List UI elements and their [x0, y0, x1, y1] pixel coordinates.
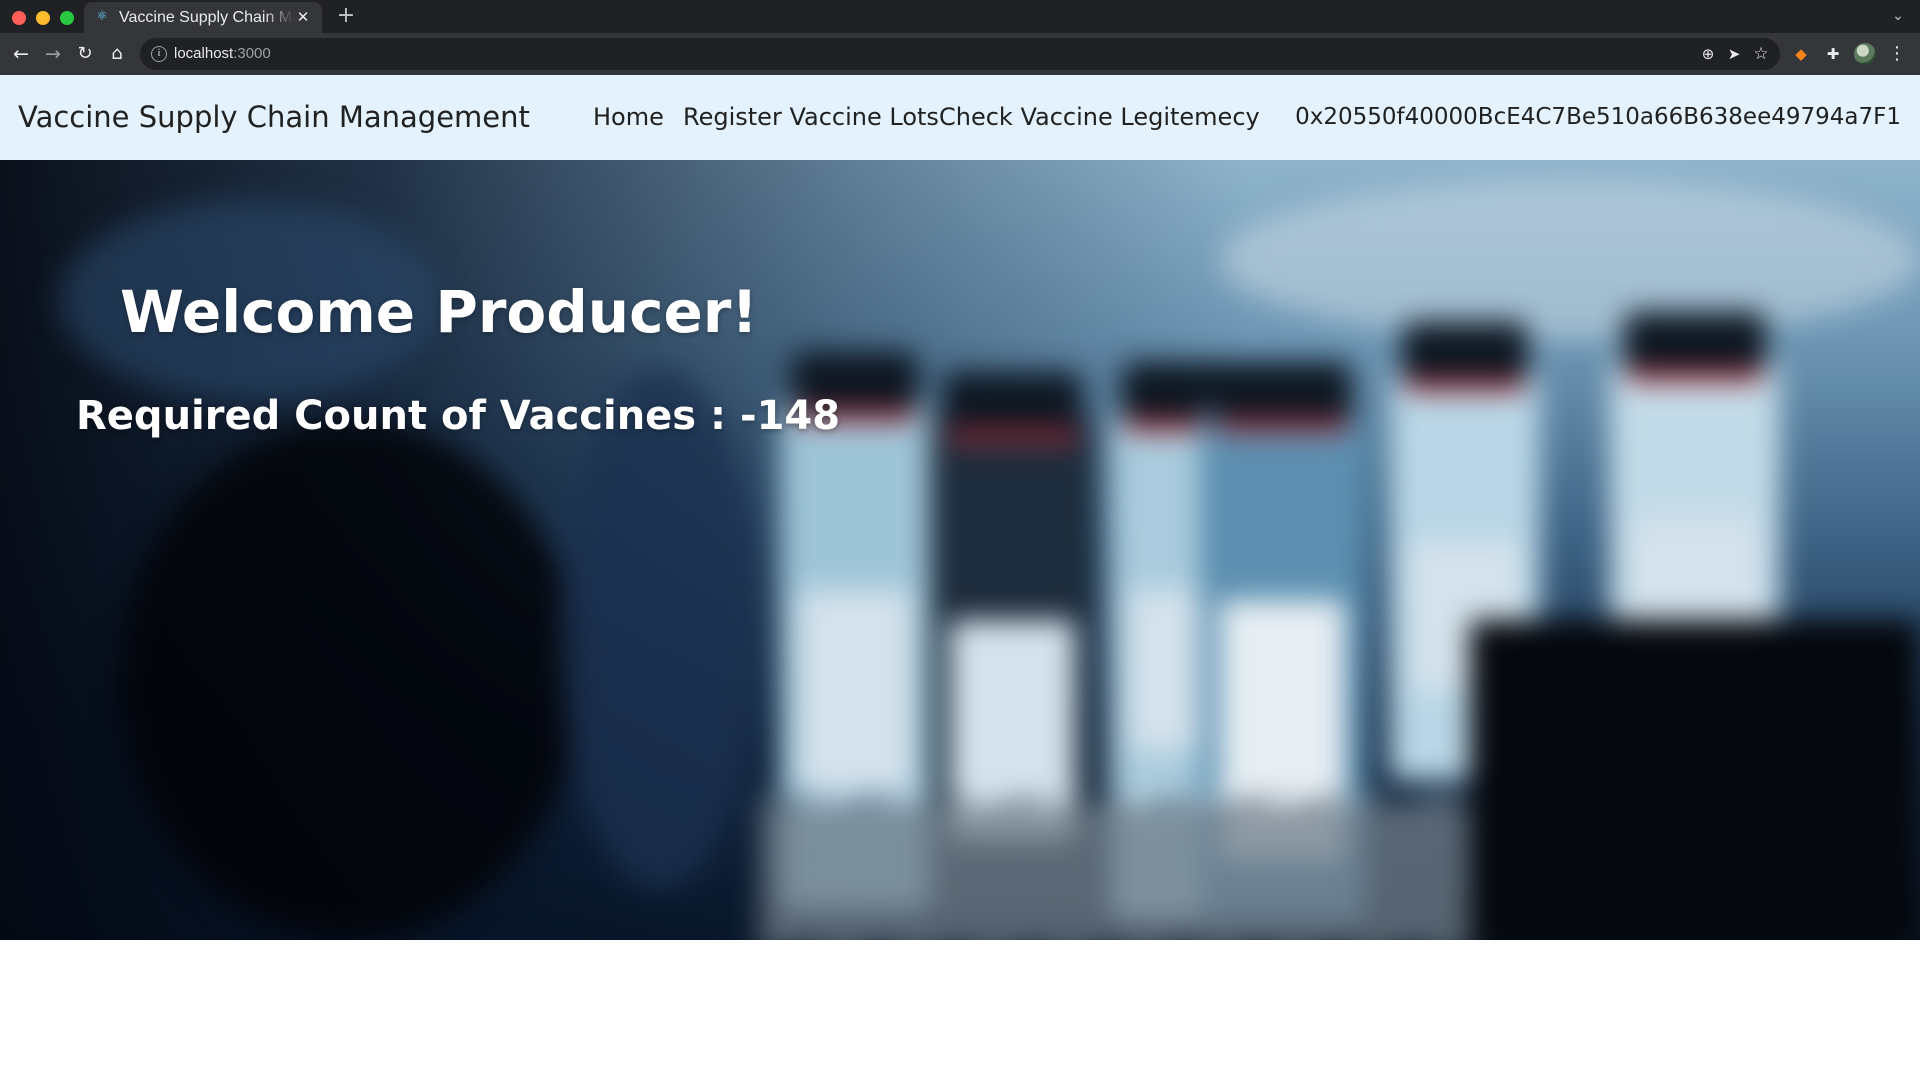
- home-icon[interactable]: ⌂: [105, 42, 129, 66]
- required-count-value: -148: [739, 393, 841, 439]
- site-info-icon[interactable]: i: [151, 46, 167, 62]
- back-arrow-icon[interactable]: ←: [9, 42, 33, 66]
- app-brand[interactable]: Vaccine Supply Chain Management: [18, 99, 530, 135]
- extensions-puzzle-icon[interactable]: ✚: [1822, 43, 1844, 65]
- browser-tab-bar: ⚛ Vaccine Supply Chain Management ✕ + ⌄: [0, 0, 1920, 33]
- close-tab-icon[interactable]: ✕: [294, 8, 312, 26]
- new-tab-icon[interactable]: +: [334, 4, 358, 28]
- nav-link-check-vaccine-legitimacy[interactable]: Check Vaccine Legitemecy: [939, 101, 1260, 133]
- tab-title: Vaccine Supply Chain Management: [119, 9, 295, 26]
- page-bottom-area: [0, 940, 1920, 1080]
- bookmark-star-icon[interactable]: ☆: [1750, 43, 1772, 65]
- address-bar[interactable]: i localhost:3000 ⊕ ➤ ☆: [140, 38, 1780, 70]
- browser-tab[interactable]: ⚛ Vaccine Supply Chain Management ✕: [84, 2, 322, 33]
- wallet-address: 0x20550f40000BcE4C7Be510a66B638ee49794a7…: [1295, 104, 1901, 130]
- browser-menu-icon[interactable]: ⋮: [1886, 43, 1908, 65]
- tab-search-icon[interactable]: ⌄: [1888, 6, 1908, 26]
- address-url[interactable]: localhost:3000: [174, 45, 271, 63]
- hero-banner: Welcome Producer! Required Count of Vacc…: [0, 160, 1920, 940]
- browser-toolbar: ← → ↻ ⌂ i localhost:3000 ⊕ ➤ ☆ ◆ ✚ ⋮: [0, 33, 1920, 75]
- zoom-icon[interactable]: ⊕: [1697, 43, 1719, 65]
- required-count-label: Required Count of Vaccines :: [76, 393, 740, 439]
- nav-link-register-vaccine-lots[interactable]: Register Vaccine Lots: [683, 101, 939, 133]
- react-icon: ⚛: [96, 9, 108, 24]
- required-count-text: Required Count of Vaccines : -148: [76, 390, 840, 442]
- forward-arrow-icon[interactable]: →: [41, 42, 65, 66]
- reload-icon[interactable]: ↻: [73, 42, 97, 66]
- profile-avatar[interactable]: [1854, 43, 1876, 65]
- metamask-fox-icon[interactable]: ◆: [1790, 43, 1812, 65]
- nav-link-home[interactable]: Home: [593, 101, 664, 133]
- minimize-window-button[interactable]: [36, 11, 50, 25]
- welcome-heading: Welcome Producer!: [120, 277, 758, 346]
- app-navbar: Vaccine Supply Chain Management Home Reg…: [0, 75, 1920, 160]
- share-icon[interactable]: ➤: [1723, 43, 1745, 65]
- maximize-window-button[interactable]: [60, 11, 74, 25]
- close-window-button[interactable]: [12, 11, 26, 25]
